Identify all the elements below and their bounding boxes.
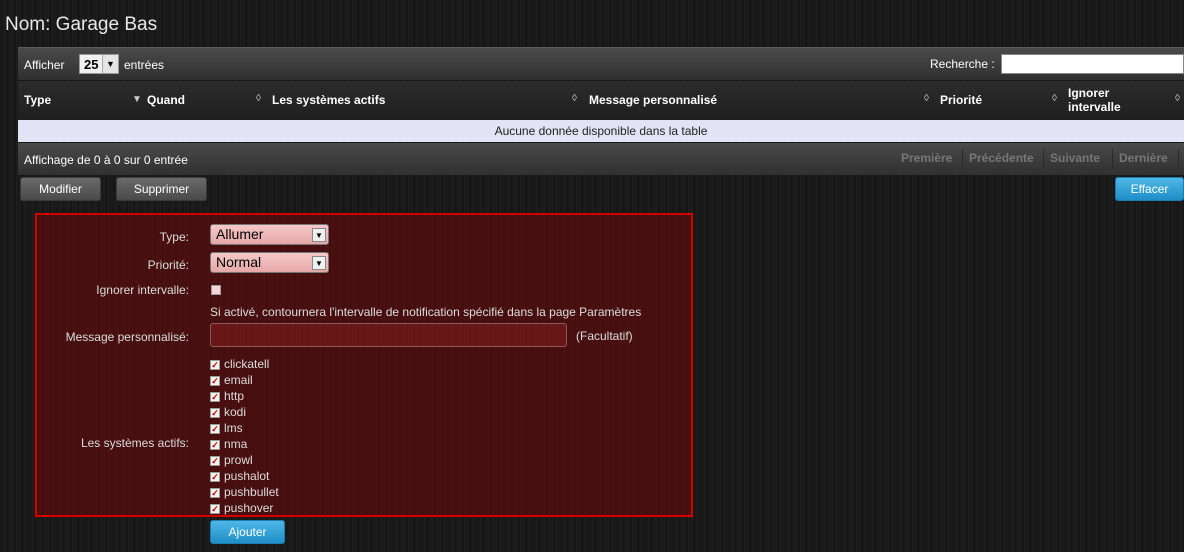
system-name: http bbox=[224, 389, 245, 403]
chevron-down-icon: ▼ bbox=[312, 256, 326, 270]
column-header-message[interactable]: Message personnalisé bbox=[589, 93, 717, 107]
system-checkbox[interactable]: ✓ bbox=[210, 488, 220, 498]
system-name: pushbullet bbox=[224, 485, 279, 499]
system-checkbox[interactable]: ✓ bbox=[210, 408, 220, 418]
clear-button[interactable]: Effacer bbox=[1115, 177, 1184, 201]
ignore-interval-checkbox[interactable] bbox=[211, 285, 221, 295]
system-checkbox[interactable]: ✓ bbox=[210, 472, 220, 482]
pagination-divider bbox=[1043, 149, 1044, 169]
page-title: Nom: Garage Bas bbox=[5, 14, 158, 35]
custom-message-input[interactable] bbox=[210, 323, 567, 347]
sort-icon: ◊ bbox=[572, 93, 577, 104]
type-select[interactable]: Allumer ▼ bbox=[210, 224, 329, 245]
entries-per-page-value: 25 bbox=[84, 57, 99, 72]
entries-label: entrées bbox=[124, 58, 165, 72]
system-checkbox[interactable]: ✓ bbox=[210, 504, 220, 514]
pagination-next[interactable]: Suivante bbox=[1050, 151, 1100, 169]
optional-hint: (Facultatif) bbox=[576, 329, 633, 343]
type-select-value: Allumer bbox=[216, 226, 264, 242]
column-header-quand[interactable]: Quand bbox=[147, 93, 185, 107]
system-checkbox[interactable]: ✓ bbox=[210, 456, 220, 466]
sort-icon: ◊ bbox=[1052, 93, 1057, 104]
priority-label: Priorité: bbox=[147, 258, 189, 272]
system-checkbox[interactable]: ✓ bbox=[210, 360, 220, 370]
system-name: lms bbox=[224, 421, 243, 435]
system-name: kodi bbox=[224, 405, 247, 419]
system-name: pushalot bbox=[224, 469, 270, 483]
delete-button[interactable]: Supprimer bbox=[116, 177, 207, 201]
system-checkbox[interactable]: ✓ bbox=[210, 392, 220, 402]
custom-message-label: Message personnalisé: bbox=[65, 330, 189, 344]
table-controls-bar: Afficher 25 ▼ entrées Recherche : bbox=[18, 47, 1184, 80]
sort-icon: ◊ bbox=[256, 93, 261, 104]
system-name: nma bbox=[224, 437, 248, 451]
active-systems-label: Les systèmes actifs: bbox=[80, 436, 189, 450]
table-header: Type ▼ Quand ◊ Les systèmes actifs ◊ Mes… bbox=[18, 81, 1184, 120]
show-label: Afficher bbox=[24, 58, 65, 72]
modify-button[interactable]: Modifier bbox=[20, 177, 101, 201]
pagination-previous[interactable]: Précédente bbox=[969, 151, 1034, 169]
priority-select-value: Normal bbox=[216, 254, 262, 270]
pagination-last[interactable]: Dernière bbox=[1119, 151, 1168, 169]
sort-icon: ◊ bbox=[924, 93, 929, 104]
chevron-down-icon: ▼ bbox=[102, 55, 118, 73]
sort-icon: ◊ bbox=[1175, 93, 1180, 104]
entries-per-page-select[interactable]: 25 ▼ bbox=[79, 54, 119, 74]
column-header-type[interactable]: Type bbox=[24, 93, 51, 107]
sort-desc-icon: ▼ bbox=[132, 94, 142, 105]
table-info-text: Affichage de 0 à 0 sur 0 entrée bbox=[24, 153, 188, 167]
ignore-interval-label: Ignorer intervalle: bbox=[96, 283, 189, 297]
pagination-divider bbox=[962, 149, 963, 169]
table-info-bar: Affichage de 0 à 0 sur 0 entrée Première… bbox=[18, 143, 1184, 175]
pagination-divider bbox=[1112, 149, 1113, 169]
system-name: prowl bbox=[224, 453, 253, 467]
column-header-ignore-interval[interactable]: Ignorer intervalle bbox=[1068, 86, 1148, 114]
system-name: email bbox=[224, 373, 253, 387]
pagination-first[interactable]: Première bbox=[901, 151, 952, 169]
system-checkbox[interactable]: ✓ bbox=[210, 424, 220, 434]
ignore-interval-help: Si activé, contournera l'intervalle de n… bbox=[210, 305, 642, 319]
priority-select[interactable]: Normal ▼ bbox=[210, 252, 329, 273]
pagination-divider bbox=[1178, 149, 1179, 169]
system-name: clickatell bbox=[224, 357, 270, 371]
add-button[interactable]: Ajouter bbox=[210, 520, 285, 544]
system-checkbox[interactable]: ✓ bbox=[210, 440, 220, 450]
search-label: Recherche : bbox=[930, 57, 995, 71]
empty-table-message: Aucune donnée disponible dans la table bbox=[18, 120, 1184, 142]
system-checkbox[interactable]: ✓ bbox=[210, 376, 220, 386]
search-input[interactable] bbox=[1001, 54, 1184, 74]
column-header-priority[interactable]: Priorité bbox=[940, 93, 982, 107]
chevron-down-icon: ▼ bbox=[312, 228, 326, 242]
column-header-systems[interactable]: Les systèmes actifs bbox=[272, 93, 385, 107]
system-name: pushover bbox=[224, 501, 274, 515]
notification-form: Type: Allumer ▼ Priorité: Normal ▼ Ignor… bbox=[35, 213, 693, 517]
type-label: Type: bbox=[159, 230, 189, 244]
